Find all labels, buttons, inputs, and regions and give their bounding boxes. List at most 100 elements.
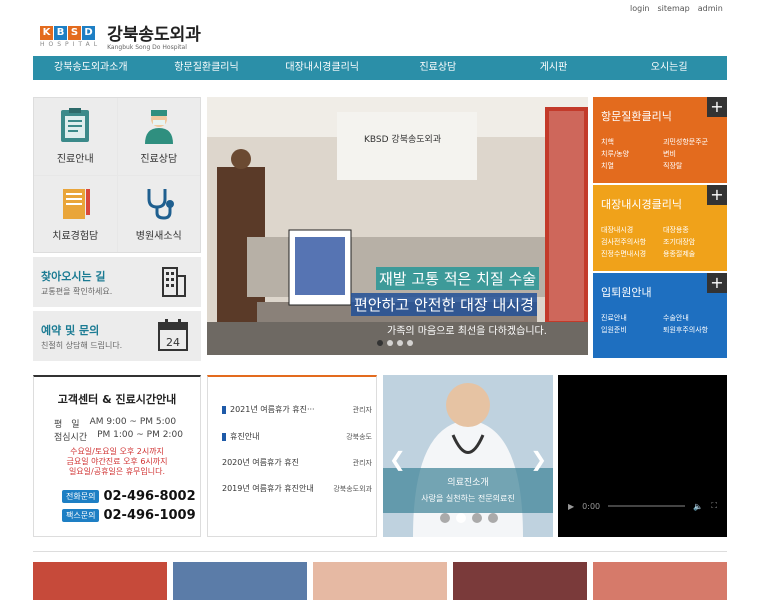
panel-link[interactable]: 치열 (601, 161, 663, 171)
tile-experience[interactable]: 치료경험담 (34, 175, 117, 252)
nav-item-about[interactable]: 강북송도외과소개 (33, 56, 149, 80)
panel-colonoscopy: 대장내시경클리닉 + 대장내시경 대장용종 검사전주의사항 조기대장암 진정수면… (593, 185, 727, 271)
reservation-box[interactable]: 예약 및 문의 친절히 상담해 드립니다. 24 (33, 311, 201, 361)
gallery-image[interactable] (453, 562, 587, 600)
tile-label: 진료상담 (140, 153, 178, 165)
nav-item-directions[interactable]: 오시는길 (611, 56, 727, 80)
slider-sign: KBSD 강북송도외과 (364, 135, 442, 145)
hours-note: 수요일/토요일 오후 2시까지 (70, 447, 164, 456)
doctor-dots (440, 513, 498, 523)
plus-icon[interactable]: + (707, 273, 727, 293)
nav-item-colonoscopy[interactable]: 대장내시경클리닉 (264, 56, 380, 80)
building-icon (162, 267, 186, 297)
gallery-image[interactable] (33, 562, 167, 600)
slider-caption-1: 재발 고통 적은 치질 수술 (376, 267, 540, 290)
panel-link[interactable]: 용종절제술 (663, 249, 725, 259)
slider-pause[interactable] (407, 340, 413, 346)
chevron-right-icon[interactable]: ❯ (530, 447, 547, 471)
panel-link[interactable]: 직장탈 (663, 161, 725, 171)
slider-dot[interactable] (456, 513, 466, 523)
panel-link[interactable]: 괴민성항문주군 (663, 137, 725, 147)
phone-row: 전화문의 02-496-8002 (62, 489, 196, 504)
logo-letter: D (82, 26, 95, 40)
nav-item-anal-clinic[interactable]: 항문질환클리닉 (149, 56, 265, 80)
hours-row: 점심시간 PM 1:00 ~ PM 2:00 (54, 430, 183, 443)
hours-time: PM 1:00 ~ PM 2:00 (97, 430, 183, 440)
tile-label: 병원새소식 (135, 231, 182, 243)
volume-icon[interactable]: 🔈 (693, 502, 703, 511)
play-icon[interactable]: ▶ (568, 502, 574, 511)
board-title: 2019년 여름휴가 휴진안내 (222, 484, 314, 493)
gallery-image[interactable] (313, 562, 447, 600)
tile-news[interactable]: 병원새소식 (117, 175, 200, 252)
logo-sub: HOSPITAL (40, 41, 102, 48)
fullscreen-icon[interactable]: ⛶ (711, 501, 717, 511)
slider-dot[interactable] (397, 340, 403, 346)
panel-links: 진료안내 수술안내 입원준비 퇴원후주의사항 (601, 313, 725, 335)
notice-marker-icon (222, 432, 226, 441)
hours-row: 평 일 AM 9:00 ~ PM 5:00 (54, 417, 176, 430)
tile-label: 치료경험담 (52, 231, 99, 243)
sitemap-link[interactable]: sitemap (658, 4, 690, 13)
notice-board: 2021년 여름휴가 휴진··· 관리자 휴진안내 강북송도 2020년 여름휴… (207, 375, 377, 537)
board-title: 2021년 여름휴가 휴진··· (230, 405, 315, 414)
panel-link[interactable]: 수술안내 (663, 313, 725, 323)
slider-dot[interactable] (377, 340, 383, 346)
plus-icon[interactable]: + (707, 185, 727, 205)
nav-item-consult[interactable]: 진료상담 (380, 56, 496, 80)
logo-mark: K B S D (40, 26, 101, 40)
fax-label: 팩스문의 (62, 509, 100, 522)
logo[interactable]: K B S D HOSPITAL 강북송도외과 Kangbuk Song Do … (40, 26, 201, 51)
video-player[interactable]: ▶ 0:00 🔈 ⛶ (558, 375, 727, 537)
panel-link[interactable]: 진료안내 (601, 313, 663, 323)
plus-icon[interactable]: + (707, 97, 727, 117)
panel-title: 항문질환클리닉 (601, 110, 672, 123)
directions-desc: 교통편을 확인하세요. (41, 287, 113, 296)
tile-consultation[interactable]: 진료상담 (117, 98, 200, 175)
slider-caption-3: 가족의 마음으로 최선을 다하겠습니다. (387, 326, 547, 337)
gallery-image[interactable] (593, 562, 727, 600)
gallery-image[interactable] (173, 562, 307, 600)
phone-number[interactable]: 02-496-8002 (103, 489, 195, 504)
panel-link[interactable]: 대장용종 (663, 225, 725, 235)
panel-link[interactable]: 대장내시경 (601, 225, 663, 235)
board-title: 2020년 여름휴가 휴진 (222, 458, 299, 467)
board-row[interactable]: 휴진안내 강북송도 (222, 431, 372, 442)
hours-note: 금요일 야간진료 오후 6시까지 (66, 457, 168, 466)
panel-link[interactable]: 치루/농양 (601, 149, 663, 159)
board-row[interactable]: 2021년 여름휴가 휴진··· 관리자 (222, 404, 372, 415)
panel-link[interactable]: 진정수면내시경 (601, 249, 663, 259)
reservation-title: 예약 및 문의 (41, 324, 100, 337)
chevron-left-icon[interactable]: ❮ (389, 447, 406, 471)
directions-box[interactable]: 찾아오시는 길 교통편을 확인하세요. (33, 257, 201, 307)
doctor-slider[interactable]: 의료진소개 사랑을 실천하는 전문의료진 ❮ ❯ (383, 375, 553, 537)
board-row[interactable]: 2019년 여름휴가 휴진안내 강북송도외과 (222, 483, 372, 494)
calendar-icon: 24 (158, 319, 188, 351)
directions-title: 찾아오시는 길 (41, 270, 106, 283)
board-author: 강북송도외과 (333, 484, 372, 493)
pause-icon[interactable] (488, 513, 498, 523)
panel-link[interactable]: 조기대장암 (663, 237, 725, 247)
stethoscope-icon (147, 189, 174, 220)
video-progress[interactable] (608, 505, 686, 507)
slider-caption-2: 편안하고 안전한 대장 내시경 (351, 293, 537, 316)
main-slider[interactable]: KBSD 강북송도외과 재발 고통 적은 치질 수술 편안하고 안전한 대장 내… (207, 97, 588, 355)
slider-dot[interactable] (440, 513, 450, 523)
slider-dot[interactable] (472, 513, 482, 523)
panel-link[interactable]: 입원준비 (601, 325, 663, 335)
panel-link[interactable]: 치핵 (601, 137, 663, 147)
video-controls: ▶ 0:00 🔈 ⛶ (568, 501, 717, 511)
login-link[interactable]: login (630, 4, 650, 13)
logo-letter: S (68, 26, 81, 40)
top-links: login sitemap admin (630, 4, 723, 13)
admin-link[interactable]: admin (698, 4, 723, 13)
panel-link[interactable]: 변비 (663, 149, 725, 159)
slider-dot[interactable] (387, 340, 393, 346)
tile-treatment-guide[interactable]: 진료안내 (34, 98, 117, 175)
panel-title: 입퇴원안내 (601, 286, 652, 299)
board-row[interactable]: 2020년 여름휴가 휴진 관리자 (222, 457, 372, 468)
nav-item-board[interactable]: 게시판 (496, 56, 612, 80)
panel-link[interactable]: 퇴원후주의사항 (663, 325, 725, 335)
tile-label: 진료안내 (56, 153, 94, 165)
panel-link[interactable]: 검사전주의사항 (601, 237, 663, 247)
